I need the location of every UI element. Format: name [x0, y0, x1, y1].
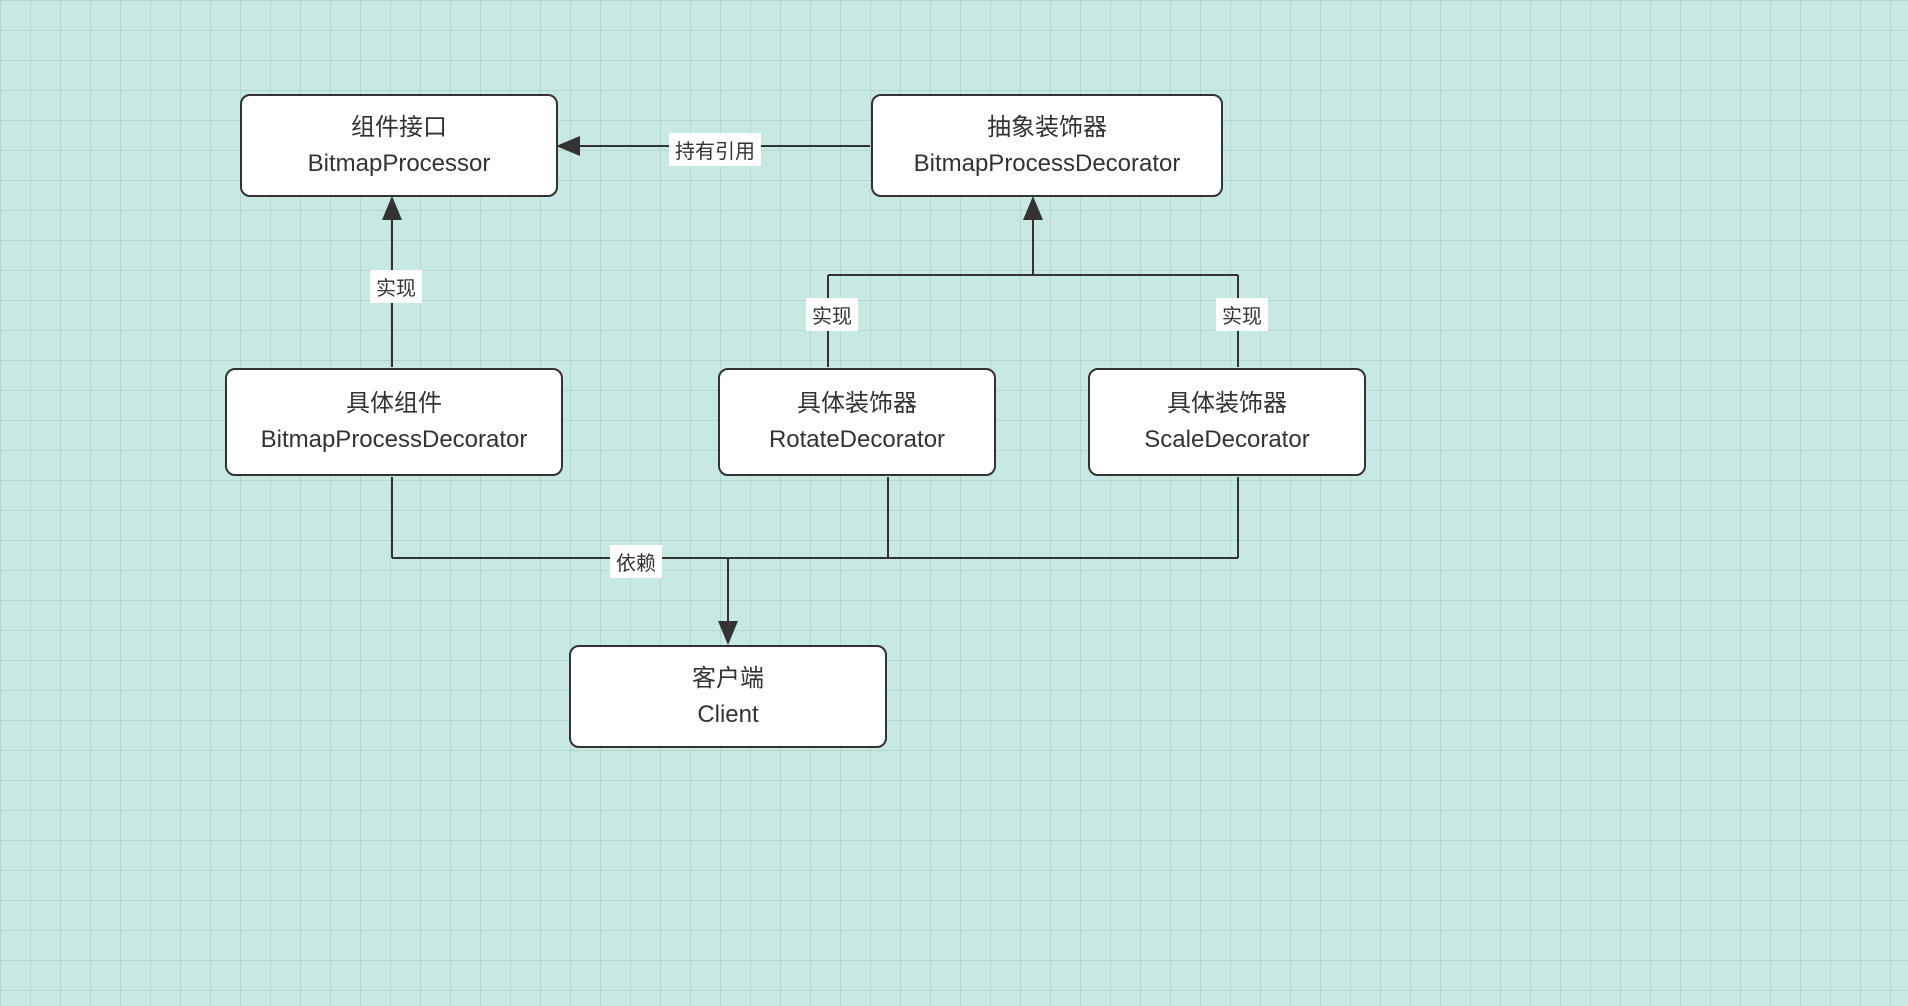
edge-label-depends: 依赖 — [610, 545, 662, 578]
node-scale-decorator: 具体装饰器 ScaleDecorator — [1088, 368, 1366, 476]
node-subtitle: Client — [697, 697, 758, 733]
node-title: 具体组件 — [346, 386, 442, 422]
node-title: 客户端 — [692, 661, 764, 697]
node-rotate-decorator: 具体装饰器 RotateDecorator — [718, 368, 996, 476]
node-title: 具体装饰器 — [797, 386, 917, 422]
node-subtitle: BitmapProcessDecorator — [261, 422, 528, 458]
node-abstract-decorator: 抽象装饰器 BitmapProcessDecorator — [871, 94, 1223, 197]
node-subtitle: BitmapProcessDecorator — [914, 146, 1181, 182]
edge-label-implements3: 实现 — [1216, 298, 1268, 331]
node-component-interface: 组件接口 BitmapProcessor — [240, 94, 558, 197]
node-client: 客户端 Client — [569, 645, 887, 748]
node-subtitle: BitmapProcessor — [308, 146, 491, 182]
edge-label-implements2: 实现 — [806, 298, 858, 331]
node-title: 组件接口 — [351, 110, 447, 146]
node-subtitle: RotateDecorator — [769, 422, 945, 458]
node-title: 具体装饰器 — [1167, 386, 1287, 422]
node-title: 抽象装饰器 — [987, 110, 1107, 146]
node-concrete-component: 具体组件 BitmapProcessDecorator — [225, 368, 563, 476]
node-subtitle: ScaleDecorator — [1144, 422, 1309, 458]
edge-label-has-reference: 持有引用 — [669, 133, 761, 166]
edge-label-implements1: 实现 — [370, 270, 422, 303]
